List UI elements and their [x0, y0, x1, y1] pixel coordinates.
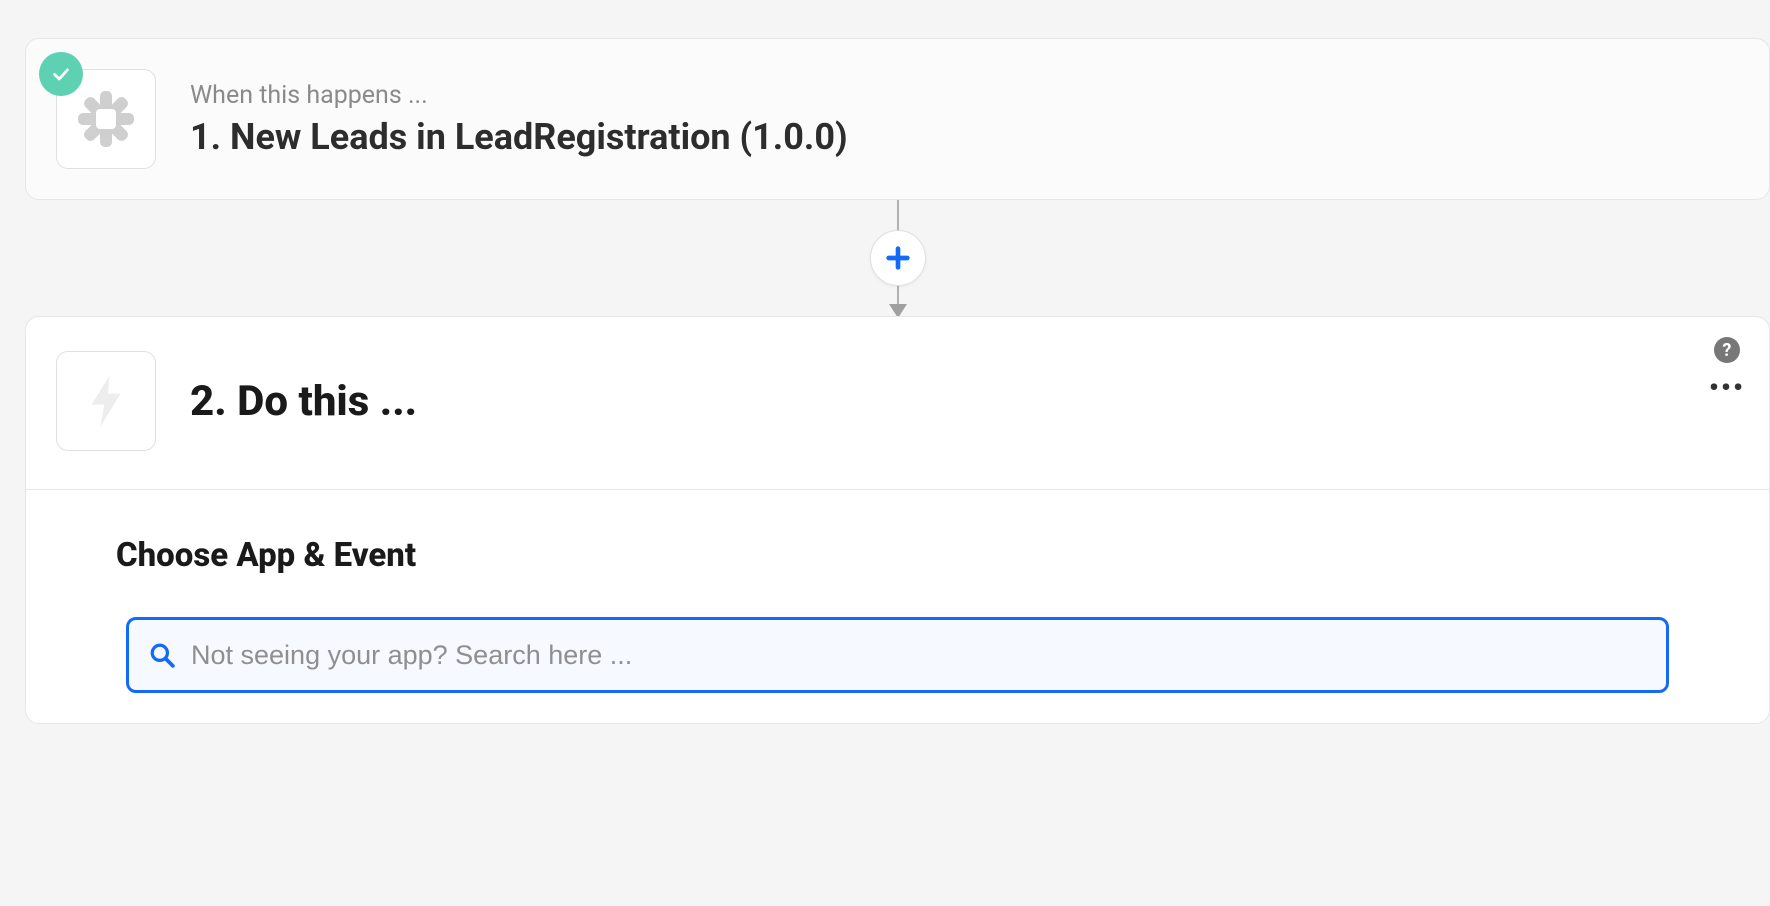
- action-app-icon-wrap: [56, 351, 156, 451]
- search-icon: [149, 642, 175, 668]
- trigger-eyebrow: When this happens ...: [190, 81, 1739, 110]
- trigger-app-icon-wrap: [56, 69, 156, 169]
- step-connector: [25, 200, 1770, 316]
- trigger-step-header: When this happens ... 1. New Leads in Le…: [26, 39, 1769, 199]
- action-title: 2. Do this ...: [190, 377, 1739, 426]
- plus-icon: [884, 244, 912, 272]
- status-success-badge: [39, 52, 83, 96]
- trigger-title: 1. New Leads in LeadRegistration (1.0.0): [190, 116, 1739, 158]
- editor-canvas: When this happens ... 1. New Leads in Le…: [0, 0, 1770, 724]
- action-step-header[interactable]: 2. Do this ... ? •••: [26, 317, 1769, 490]
- app-search-wrap[interactable]: [126, 617, 1669, 693]
- trigger-step-card[interactable]: When this happens ... 1. New Leads in Le…: [25, 38, 1770, 200]
- app-search-input[interactable]: [191, 640, 1646, 671]
- action-step-text: 2. Do this ...: [190, 377, 1739, 426]
- help-icon[interactable]: ?: [1714, 337, 1740, 363]
- choose-app-section: Choose App & Event: [26, 490, 1769, 723]
- more-icon[interactable]: •••: [1709, 383, 1745, 393]
- action-step-card: 2. Do this ... ? ••• Choose App & Event: [25, 316, 1770, 724]
- add-step-button[interactable]: [870, 230, 926, 286]
- trigger-step-text: When this happens ... 1. New Leads in Le…: [190, 81, 1739, 158]
- check-icon: [50, 63, 72, 85]
- zapier-asterisk-icon: [74, 87, 138, 151]
- step-header-actions: ? •••: [1709, 337, 1745, 393]
- section-title: Choose App & Event: [116, 536, 1679, 575]
- bolt-icon: [83, 372, 129, 430]
